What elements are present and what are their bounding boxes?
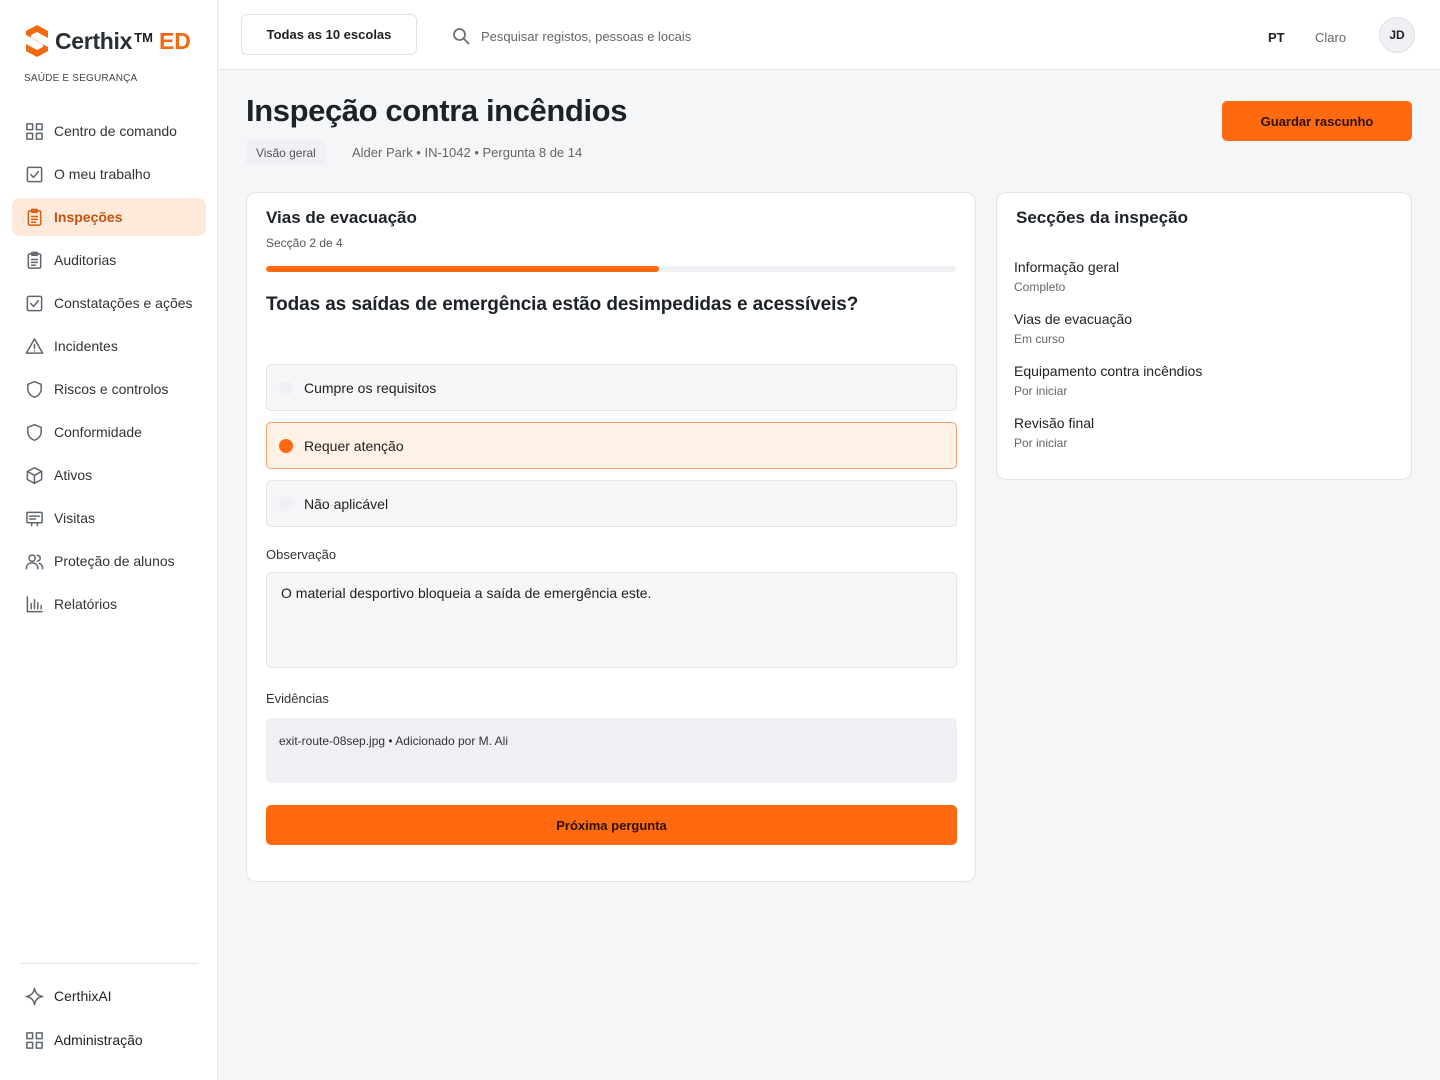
- sidebar-item-label: Auditorias: [54, 252, 117, 268]
- checkbox-icon: [24, 293, 44, 313]
- section-status: Completo: [1014, 280, 1066, 294]
- section-name: Vias de evacuação: [1014, 311, 1133, 327]
- sidebar-item-label: Inspeções: [54, 209, 123, 225]
- sidebar-item-label: Administração: [54, 1032, 143, 1048]
- sidebar-item-incidents[interactable]: Incidentes: [12, 327, 206, 365]
- section-name: Informação geral: [1014, 259, 1120, 275]
- radio-button[interactable]: [279, 496, 293, 511]
- section-name: Revisão final: [1014, 415, 1095, 431]
- page-title: Inspeção contra incêndios: [246, 93, 628, 128]
- avatar[interactable]: JD: [1379, 17, 1415, 53]
- sidebar-item-label: CerthixAI: [54, 988, 112, 1004]
- sidebar-item-administration[interactable]: Administração: [12, 1021, 206, 1059]
- sidebar-item-label: O meu trabalho: [54, 166, 151, 182]
- shield-icon: [24, 422, 44, 442]
- radio-button[interactable]: [279, 438, 293, 453]
- sidebar-bottom-nav: CerthixAI Administração: [12, 977, 206, 1065]
- badge-icon: [24, 508, 44, 528]
- sidebar-item-label: Ativos: [54, 467, 93, 483]
- section-item-evacuation-routes[interactable]: Vias de evacuação Em curso: [1014, 311, 1202, 363]
- brand-subtitle: SAÚDE E SEGURANÇA: [24, 73, 138, 84]
- save-draft-button[interactable]: Guardar rascunho: [1222, 101, 1412, 141]
- sidebar-item-my-work[interactable]: O meu trabalho: [12, 155, 206, 193]
- evidence-item[interactable]: exit-route-08sep.jpg • Adicionado por M.…: [266, 718, 957, 783]
- next-question-button[interactable]: Próxima pergunta: [266, 805, 957, 845]
- logo-icon: [26, 25, 48, 57]
- sidebar-item-label: Riscos e controlos: [54, 381, 169, 397]
- shield-icon: [24, 379, 44, 399]
- sidebar-item-command-center[interactable]: Centro de comando: [12, 112, 206, 150]
- sidebar-item-safeguarding[interactable]: Proteção de alunos: [12, 542, 206, 580]
- sidebar-item-visits[interactable]: Visitas: [12, 499, 206, 537]
- sidebar-item-label: Incidentes: [54, 338, 118, 354]
- overview-tag[interactable]: Visão geral: [246, 140, 326, 165]
- evidence-label: Evidências: [266, 691, 329, 706]
- observation-label: Observação: [266, 547, 337, 562]
- option-needs-attention[interactable]: Requer atenção: [266, 422, 957, 469]
- sidebar-item-assets[interactable]: Ativos: [12, 456, 206, 494]
- brand-logo[interactable]: Certhix TM ED: [24, 24, 191, 58]
- sidebar-item-findings[interactable]: Constatações e ações: [12, 284, 206, 322]
- section-subtitle: Secção 2 de 4: [266, 236, 343, 250]
- brand-suffix: ED: [158, 27, 191, 54]
- progress-fill: [266, 266, 660, 272]
- brand-tm: TM: [134, 29, 153, 45]
- section-name: Equipamento contra incêndios: [1014, 363, 1203, 379]
- section-status: Por iniciar: [1014, 436, 1068, 450]
- clipboard-icon: [24, 207, 44, 227]
- question-text: Todas as saídas de emergência estão desi…: [266, 294, 859, 315]
- sidebar-item-label: Proteção de alunos: [54, 553, 175, 569]
- section-item-general-info[interactable]: Informação geral Completo: [1014, 259, 1202, 311]
- option-compliant[interactable]: Cumpre os requisitos: [266, 364, 957, 411]
- sidebar-item-label: Relatórios: [54, 596, 118, 612]
- section-item-final-review[interactable]: Revisão final Por iniciar: [1014, 415, 1202, 467]
- sidebar-item-compliance[interactable]: Conformidade: [12, 413, 206, 451]
- search-input[interactable]: [481, 24, 901, 48]
- users-icon: [24, 551, 44, 571]
- sidebar-item-risks[interactable]: Riscos e controlos: [12, 370, 206, 408]
- theme-toggle[interactable]: Claro: [1315, 30, 1346, 45]
- language-toggle[interactable]: PT: [1268, 30, 1285, 45]
- section-title: Vias de evacuação: [266, 208, 417, 227]
- grid-icon: [24, 121, 44, 141]
- option-label: Não aplicável: [304, 495, 389, 512]
- radio-button[interactable]: [279, 380, 293, 395]
- grid-icon: [24, 1030, 44, 1050]
- sidebar-item-inspections[interactable]: Inspeções: [12, 198, 206, 236]
- sidebar-divider: [20, 963, 198, 964]
- sidebar-item-label: Visitas: [54, 510, 95, 526]
- sidebar-item-label: Conformidade: [54, 424, 142, 440]
- sidebar-item-certhixai[interactable]: CerthixAI: [12, 977, 206, 1015]
- section-item-fire-equipment[interactable]: Equipamento contra incêndios Por iniciar: [1014, 363, 1202, 415]
- sections-panel-title: Secções da inspeção: [1016, 208, 1188, 227]
- sections-list: Informação geral Completo Vias de evacua…: [1014, 259, 1202, 467]
- sidebar-item-label: Constatações e ações: [54, 295, 193, 311]
- sidebar-nav: Centro de comando O meu trabalho Inspeçõ…: [12, 112, 206, 628]
- question-card: Vias de evacuação Secção 2 de 4 Todas as…: [246, 192, 976, 882]
- option-not-applicable[interactable]: Não aplicável: [266, 480, 957, 527]
- sparkle-icon: [24, 986, 44, 1006]
- topbar: Todas as 10 escolas PT Claro JD: [219, 0, 1440, 70]
- section-status: Em curso: [1014, 332, 1065, 346]
- cube-icon: [24, 465, 44, 485]
- search-icon: [452, 27, 470, 45]
- bar-chart-icon: [24, 594, 44, 614]
- observation-field[interactable]: O material desportivo bloqueia a saída d…: [266, 572, 957, 668]
- option-label: Requer atenção: [304, 437, 404, 454]
- sidebar-item-audits[interactable]: Auditorias: [12, 241, 206, 279]
- section-progress-bar: [266, 266, 956, 272]
- brand-name: Certhix: [55, 27, 133, 54]
- inspection-sections-panel: Secções da inspeção Informação geral Com…: [996, 192, 1412, 480]
- school-selector-button[interactable]: Todas as 10 escolas: [241, 14, 417, 55]
- sidebar-item-label: Centro de comando: [54, 123, 177, 139]
- inspection-meta: Alder Park • IN-1042 • Pergunta 8 de 14: [352, 145, 583, 160]
- section-status: Por iniciar: [1014, 384, 1068, 398]
- warning-icon: [24, 336, 44, 356]
- sidebar: Certhix TM ED SAÚDE E SEGURANÇA Centro d…: [0, 0, 218, 1080]
- option-label: Cumpre os requisitos: [304, 379, 437, 396]
- sidebar-item-reports[interactable]: Relatórios: [12, 585, 206, 623]
- checkbox-icon: [24, 164, 44, 184]
- clipboard-list-icon: [24, 250, 44, 270]
